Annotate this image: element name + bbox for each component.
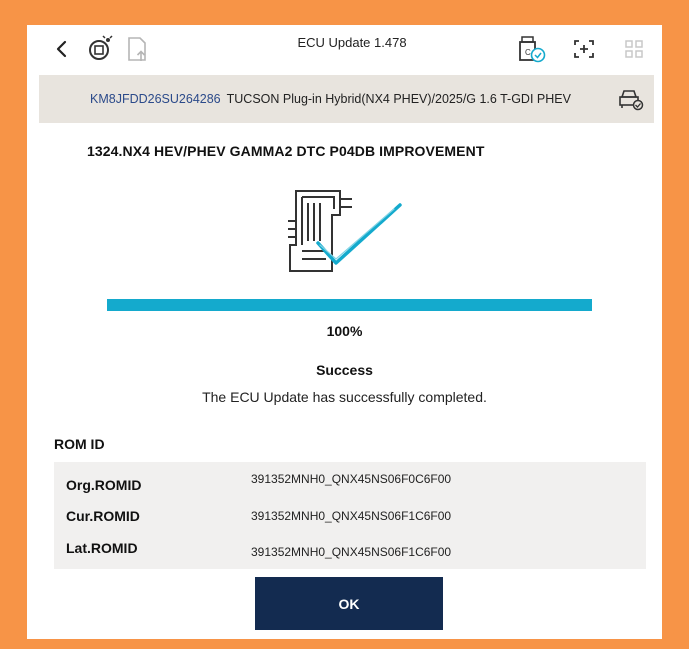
- ecu-chip-check-icon: [288, 190, 402, 272]
- grid-button[interactable]: [619, 34, 649, 64]
- progress-bar: [107, 299, 592, 311]
- ecu-update-screen: ECU Update 1.478 C KM8JFDD26SU264286 TUC…: [27, 25, 662, 639]
- rom-row-value: 391352MNH0_QNX45NS06F1C6F00: [251, 545, 452, 559]
- vehicle-info-bar: KM8JFDD26SU264286 TUCSON Plug-in Hybrid(…: [39, 75, 654, 123]
- document-upload-button[interactable]: [123, 34, 153, 64]
- fullscreen-button[interactable]: [569, 34, 599, 64]
- grid-icon: [625, 40, 643, 58]
- rom-id-table: Org.ROMID Cur.ROMID Lat.ROMID 391352MNH0…: [54, 462, 646, 569]
- usb-check-icon: C: [519, 36, 546, 63]
- vehicle-vin: KM8JFDD26SU264286: [90, 92, 221, 106]
- page-title: ECU Update 1.478: [297, 35, 407, 50]
- rom-row-value: 391352MNH0_QNX45NS06F0C6F00: [251, 472, 452, 486]
- rom-row-label: Lat.ROMID: [66, 540, 138, 556]
- document-upload-icon: [128, 37, 146, 61]
- ecu-success-illustration: [280, 185, 410, 285]
- ecu-diagnostic-button[interactable]: [85, 34, 115, 64]
- svg-text:C: C: [525, 48, 531, 57]
- status-text: Success: [316, 362, 373, 378]
- progress-fill: [107, 299, 592, 311]
- usb-check-button[interactable]: C: [517, 34, 547, 64]
- vehicle-settings-icon: [619, 90, 644, 111]
- ecu-diagnostic-icon: [89, 35, 113, 60]
- status-message: The ECU Update has successfully complete…: [202, 389, 487, 405]
- update-title: 1324.NX4 HEV/PHEV GAMMA2 DTC P04DB IMPRO…: [87, 143, 485, 159]
- rom-row-value: 391352MNH0_QNX45NS06F1C6F00: [251, 509, 452, 523]
- back-button[interactable]: [47, 34, 77, 64]
- rom-row-label: Org.ROMID: [66, 477, 142, 493]
- rom-id-heading: ROM ID: [54, 436, 105, 452]
- fullscreen-icon: [574, 40, 594, 58]
- chevron-left-icon: [56, 40, 67, 58]
- rom-row-label: Cur.ROMID: [66, 508, 140, 524]
- progress-percent: 100%: [326, 323, 363, 339]
- ok-button[interactable]: OK: [255, 577, 443, 630]
- rom-value-column: 391352MNH0_QNX45NS06F0C6F00 391352MNH0_Q…: [239, 462, 632, 569]
- rom-label-column: Org.ROMID Cur.ROMID Lat.ROMID: [54, 462, 239, 569]
- vehicle-model: TUCSON Plug-in Hybrid(NX4 PHEV)/2025/G 1…: [226, 92, 571, 106]
- vehicle-settings-button[interactable]: [618, 87, 644, 114]
- top-bar: ECU Update 1.478 C: [27, 25, 662, 75]
